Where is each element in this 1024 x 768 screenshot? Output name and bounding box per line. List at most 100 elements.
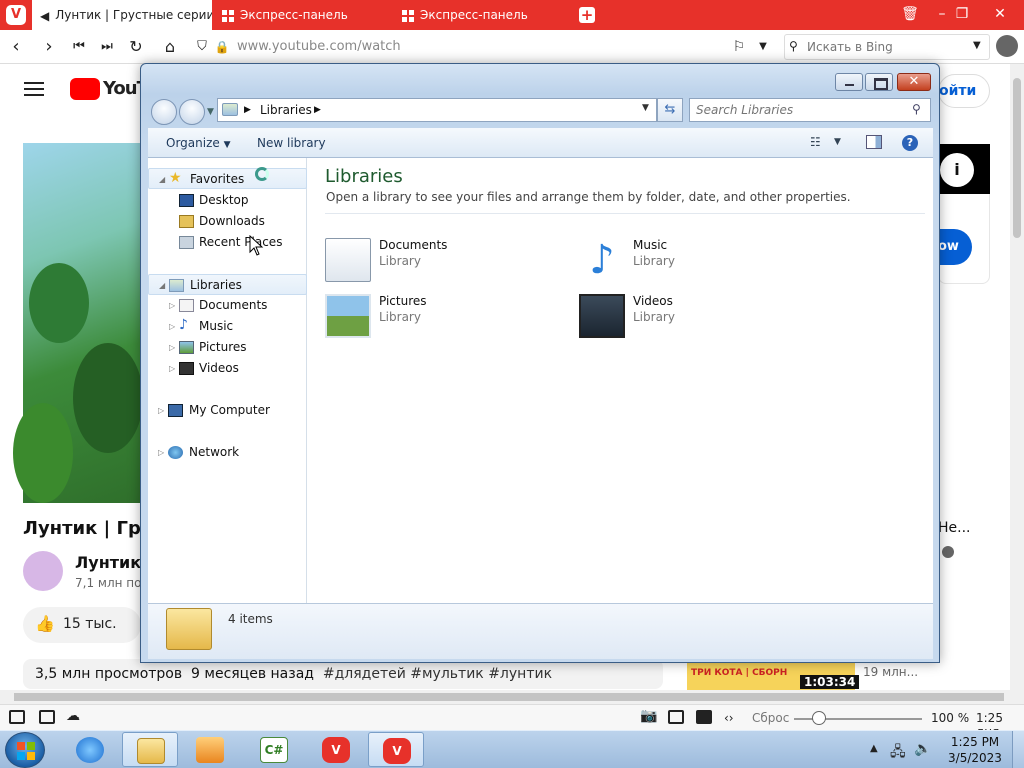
video-player[interactable] <box>13 143 143 503</box>
recent-pages-dropdown[interactable]: ▼ <box>207 107 214 117</box>
maximize-button[interactable]: ❐ <box>950 2 974 26</box>
shield-icon[interactable]: ⛉ <box>191 36 213 58</box>
explorer-maximize-button[interactable] <box>865 73 893 91</box>
rewind-icon[interactable]: ⏮ <box>68 36 90 58</box>
search-icon[interactable]: ⚲ <box>912 102 921 116</box>
forward-icon[interactable]: › <box>38 36 60 58</box>
expand-arrow-icon[interactable]: ▷ <box>169 337 175 358</box>
library-videos[interactable]: Videos Library <box>579 292 829 344</box>
nav-favorites[interactable]: ◢ ★ Favorites <box>148 168 307 189</box>
address-history-dropdown[interactable]: ▼ <box>642 103 649 113</box>
cloud-icon[interactable]: ☁ <box>66 708 80 724</box>
explorer-search-input[interactable] <box>696 102 902 118</box>
nav-desktop[interactable]: Desktop <box>148 190 307 211</box>
channel-name[interactable]: Лунтик <box>75 553 141 572</box>
change-view-icon[interactable]: ☷ <box>810 135 821 149</box>
back-icon[interactable]: ‹ <box>5 36 27 58</box>
volume-icon[interactable]: 🔈 <box>914 741 931 757</box>
refresh-button[interactable]: ⇆ <box>657 98 683 122</box>
bookmark-icon[interactable]: ⚐ <box>728 36 750 58</box>
view-options-dropdown[interactable]: ▼ <box>834 137 841 147</box>
nav-documents[interactable]: ▷ Documents <box>148 295 307 316</box>
panel-toggle-icon[interactable] <box>9 710 25 724</box>
camera-icon[interactable]: 📷 <box>640 708 657 724</box>
scrollbar-thumb[interactable] <box>14 693 1004 701</box>
nav-network[interactable]: ▷ Network <box>148 442 307 463</box>
related-video-title[interactable]: He... <box>938 520 971 536</box>
address-bar[interactable]: ▶ Libraries ▶ ▼ <box>217 98 657 122</box>
zoom-reset-label[interactable]: Сброс <box>752 711 789 725</box>
login-button[interactable]: ойти <box>938 74 990 108</box>
library-music[interactable]: ♪ Music Library <box>579 236 829 288</box>
info-icon[interactable]: i <box>940 153 974 187</box>
window-icon[interactable] <box>668 710 684 724</box>
expand-arrow-icon[interactable]: ▷ <box>158 400 164 421</box>
library-pictures[interactable]: Pictures Library <box>325 292 575 344</box>
home-icon[interactable]: ⌂ <box>159 36 181 58</box>
new-tab-button[interactable]: + <box>579 7 595 23</box>
like-button[interactable]: 👍 15 тыс. <box>23 607 141 643</box>
help-icon[interactable]: ? <box>902 135 918 151</box>
nav-downloads[interactable]: Downloads <box>148 211 307 232</box>
nav-my-computer[interactable]: ▷ My Computer <box>148 400 307 421</box>
nav-videos[interactable]: ▷ Videos <box>148 358 307 379</box>
nav-libraries[interactable]: ◢ Libraries <box>148 274 307 295</box>
forward-button[interactable] <box>179 99 205 125</box>
explorer-close-button[interactable]: ✕ <box>897 73 931 91</box>
collapse-arrow-icon[interactable]: ◢ <box>159 169 165 190</box>
explorer-search-box[interactable]: ⚲ <box>689 98 931 122</box>
youtube-logo-icon[interactable] <box>70 78 100 100</box>
expand-arrow-icon[interactable]: ▷ <box>169 295 175 316</box>
taskbar-media-player[interactable] <box>182 732 238 767</box>
expand-arrow-icon[interactable]: ▷ <box>169 358 175 379</box>
channel-avatar[interactable] <box>23 551 63 591</box>
system-clock[interactable]: 1:25 PM 3/5/2023 <box>944 734 1006 766</box>
profile-avatar[interactable] <box>996 35 1018 57</box>
network-tray-icon[interactable]: 🖧 <box>890 741 906 765</box>
chevron-down-icon[interactable]: ▼ <box>973 40 981 51</box>
taskbar-explorer[interactable] <box>122 732 178 767</box>
breadcrumb-arrow[interactable]: ▶ <box>244 105 251 115</box>
show-desktop-button[interactable] <box>1012 731 1024 768</box>
breadcrumb-arrow[interactable]: ▶ <box>314 105 321 115</box>
fast-forward-icon[interactable]: ⏭ <box>96 36 118 58</box>
close-button[interactable]: ✕ <box>988 2 1012 26</box>
new-library-button[interactable]: New library <box>257 136 326 150</box>
tiling-icon[interactable] <box>39 710 55 724</box>
taskbar-csharp-app[interactable]: C# <box>246 732 302 767</box>
nav-music[interactable]: ▷ ♪ Music <box>148 316 307 337</box>
preview-pane-icon[interactable] <box>866 135 882 149</box>
back-button[interactable] <box>151 99 177 125</box>
menu-icon[interactable] <box>24 82 44 84</box>
expand-arrow-icon[interactable]: ▷ <box>158 442 164 463</box>
zoom-slider-handle[interactable] <box>812 711 826 725</box>
nav-pictures[interactable]: ▷ Pictures <box>148 337 307 358</box>
search-field[interactable]: ⚲ Искать в Bing ▼ <box>784 34 990 60</box>
image-icon[interactable] <box>696 710 712 724</box>
explorer-minimize-button[interactable] <box>835 73 863 91</box>
horizontal-scrollbar[interactable] <box>0 690 1024 704</box>
organize-button[interactable]: Organize ▼ <box>166 136 231 150</box>
tab-express-panel-2[interactable]: Экспресс-панель <box>396 0 574 30</box>
trash-icon[interactable]: 🗑 <box>898 2 922 26</box>
library-documents[interactable]: Documents Library <box>325 236 575 288</box>
code-icon[interactable]: ‹› <box>724 711 734 725</box>
breadcrumb-libraries[interactable]: Libraries <box>260 103 312 117</box>
collapse-arrow-icon[interactable]: ◢ <box>159 275 165 296</box>
expand-arrow-icon[interactable]: ▷ <box>169 316 175 337</box>
taskbar-vivaldi-1[interactable]: V <box>308 732 364 767</box>
scrollbar-thumb[interactable] <box>1013 78 1021 238</box>
reload-icon[interactable]: ↻ <box>125 36 147 58</box>
taskbar-internet-explorer[interactable] <box>62 732 118 767</box>
show-hidden-icons[interactable]: ▲ <box>870 743 878 754</box>
chevron-down-icon[interactable]: ▼ <box>752 36 774 58</box>
url-field[interactable]: www.youtube.com/watch <box>237 39 401 54</box>
taskbar-vivaldi-2[interactable]: V <box>368 732 424 767</box>
vivaldi-menu-icon[interactable]: V <box>6 5 26 25</box>
start-button[interactable] <box>5 732 45 768</box>
nav-recent-places[interactable]: Recent Places <box>148 232 307 253</box>
video-description[interactable]: 3,5 млн просмотров 9 месяцев назад #дляд… <box>23 659 663 689</box>
tab-luntik[interactable]: ◀ Лунтик | Грустные серии | <box>32 0 212 30</box>
vertical-scrollbar[interactable] <box>1010 64 1024 690</box>
tab-express-panel-1[interactable]: Экспресс-панель <box>214 0 394 30</box>
